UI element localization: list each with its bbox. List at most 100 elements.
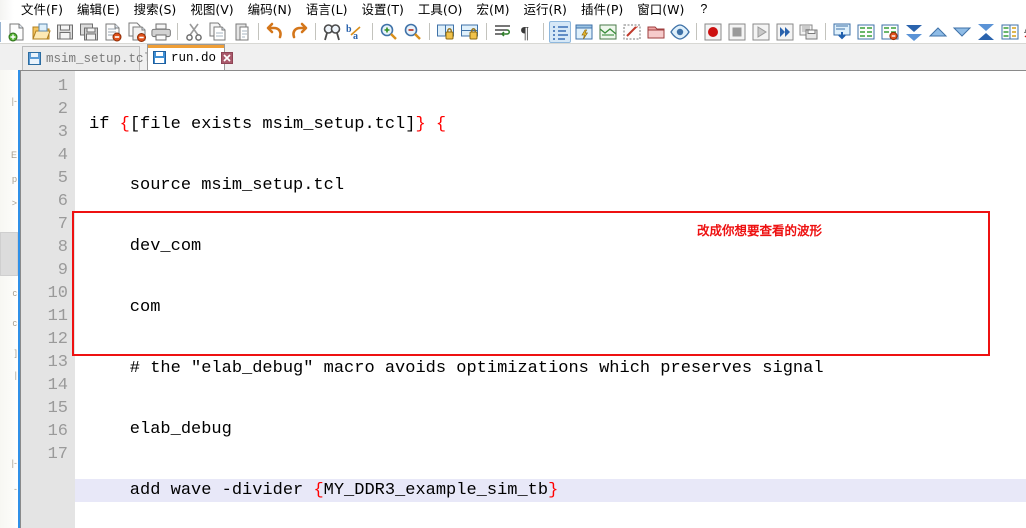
toolbar: b a ¶ [0,20,1026,44]
replace-icon[interactable]: b a [345,21,367,43]
tab-msim-setup-tcl[interactable]: msim_setup.tcl [22,46,169,70]
toolbar-separator [315,23,316,40]
uncollapse-all-icon[interactable] [879,21,901,43]
toolbar-grip[interactable] [0,21,1,42]
line-number: 17 [47,445,68,464]
line-number: 8 [57,238,68,257]
svg-text:¶: ¶ [521,23,529,42]
redo-icon[interactable] [288,21,310,43]
code-line: source msim_setup.tcl [89,176,345,195]
user-defined-dialog-icon[interactable] [573,21,595,43]
toolbar-separator [258,23,259,40]
sync-horizontal-scroll-icon[interactable] [459,21,481,43]
line-number: 3 [57,123,68,142]
menu-plugins[interactable]: 插件(P) [574,0,630,20]
red-text-annotation: 改成你想要查看的波形 [697,223,823,238]
code-editor[interactable]: 1 2 3 4 5 6 7 8 9 10 11 12 13 14 15 16 1… [20,70,1026,528]
run-macro-multiple-icon[interactable] [774,21,796,43]
menu-window[interactable]: 窗口(W) [630,0,691,20]
new-file-icon[interactable] [6,21,28,43]
tab-label: msim_setup.tcl [46,51,152,66]
panel-glyph: | [14,370,17,380]
save-all-icon[interactable] [78,21,100,43]
panel-glyph: |- [11,96,17,106]
next-bookmark-icon[interactable] [951,21,973,43]
code-line: if {[file exists msim_setup.tcl]} { [89,115,447,134]
toolbar-separator [486,23,487,40]
menu-search[interactable]: 搜索(S) [127,0,184,20]
sync-vertical-scroll-icon[interactable] [435,21,457,43]
expand-current-level-icon[interactable] [975,21,997,43]
cut-icon[interactable] [183,21,205,43]
toolbar-separator [825,23,826,40]
docked-side-panel[interactable]: |- E p > c c ] | |- - [0,70,20,528]
line-number: 7 [57,215,68,234]
previous-bookmark-icon[interactable] [927,21,949,43]
toolbar-separator [429,23,430,40]
menu-view[interactable]: 视图(V) [183,0,240,20]
menu-file[interactable]: 文件(F) [14,0,70,20]
close-tab-icon[interactable] [221,51,234,64]
line-number: 2 [57,100,68,119]
menu-settings[interactable]: 设置(T) [354,0,410,20]
function-list-icon[interactable] [621,21,643,43]
panel-glyph: - [14,484,17,494]
save-macro-icon[interactable] [798,21,820,43]
print-icon[interactable] [150,21,172,43]
close-file-icon[interactable] [102,21,124,43]
undo-icon[interactable] [264,21,286,43]
code-line-current: add wave -divider {MY_DDR3_example_sim_t… [75,479,1026,502]
save-icon[interactable] [54,21,76,43]
line-number: 16 [47,422,68,441]
line-number: 10 [47,284,68,303]
zoom-in-icon[interactable] [378,21,400,43]
line-number: 6 [57,192,68,211]
close-all-icon[interactable] [126,21,148,43]
find-icon[interactable] [321,21,343,43]
line-number: 11 [47,307,68,326]
record-macro-icon[interactable] [702,21,724,43]
code-line: com [89,298,161,317]
panel-glyph: c [12,318,18,328]
panel-glyph: ] [14,348,17,358]
word-wrap-icon[interactable] [492,21,514,43]
folder-as-workspace-icon[interactable] [645,21,667,43]
code-text[interactable]: if {[file exists msim_setup.tcl]} { sour… [75,71,1026,528]
panel-glyph: |- [11,458,17,468]
line-number: 14 [47,376,68,395]
panel-scrollbar-thumb[interactable] [0,232,18,276]
code-line: dev_com [89,237,202,256]
collapse-current-level-icon[interactable] [903,21,925,43]
collapse-all-icon[interactable] [855,21,877,43]
show-all-characters-icon[interactable]: ¶ [516,21,538,43]
menu-edit[interactable]: 编辑(E) [70,0,127,20]
menu-bar: 文件(F) 编辑(E) 搜索(S) 视图(V) 编码(N) 语言(L) 设置(T… [0,0,1026,20]
stop-recording-icon[interactable] [726,21,748,43]
code-line: # the "elab_debug" macro avoids optimiza… [89,359,824,378]
paste-icon[interactable] [231,21,253,43]
show-document-map-icon[interactable] [597,21,619,43]
open-file-icon[interactable] [30,21,52,43]
monitoring-icon[interactable] [669,21,691,43]
tab-label: run.do [171,50,217,65]
menu-run[interactable]: 运行(R) [516,0,573,20]
menu-macro[interactable]: 宏(M) [469,0,516,20]
bookmark-icon[interactable] [831,21,853,43]
line-number: 1 [57,77,68,96]
indent-guide-icon[interactable] [549,20,571,43]
code-line: elab_debug [89,420,232,439]
copy-icon[interactable] [207,21,229,43]
line-number: 12 [47,330,68,349]
zoom-out-icon[interactable] [402,21,424,43]
tab-run-do[interactable]: run.do [147,44,234,70]
line-number-gutter: 1 2 3 4 5 6 7 8 9 10 11 12 13 14 15 16 1… [21,71,75,528]
tab-bar: msim_setup.tcl run.do [0,44,1026,108]
saved-file-icon [28,52,41,65]
menu-tools[interactable]: 工具(O) [411,0,470,20]
hide-lines-icon[interactable] [999,21,1021,43]
menu-encoding[interactable]: 编码(N) [241,0,299,20]
panel-glyph: p [11,174,17,184]
play-macro-icon[interactable] [750,21,772,43]
menu-language[interactable]: 语言(L) [299,0,355,20]
menu-help[interactable]: ? [691,0,716,20]
